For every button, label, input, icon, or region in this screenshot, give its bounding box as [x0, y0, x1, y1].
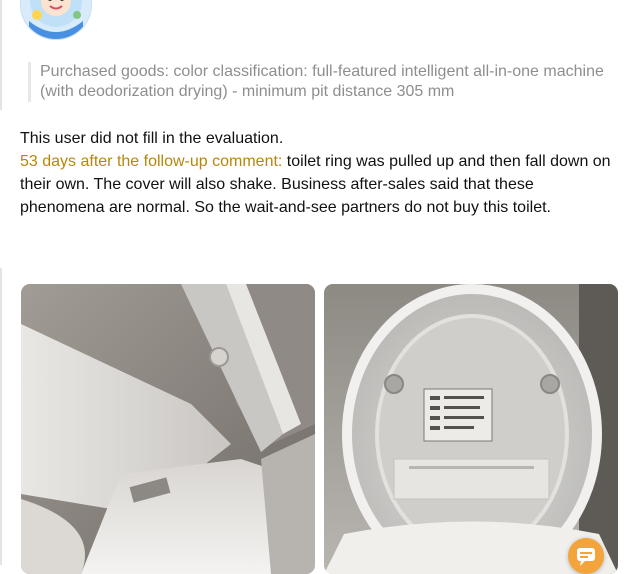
followup-label: 53 days after the follow-up comment:	[20, 153, 283, 170]
initial-review-text: This user did not fill in the evaluation…	[20, 130, 284, 147]
purchased-goods-text: Purchased goods: color classification: f…	[40, 63, 604, 100]
review-photo-1[interactable]	[21, 284, 315, 574]
followup-comment: 53 days after the follow-up comment: toi…	[20, 150, 620, 219]
floating-chat-button[interactable]	[568, 538, 604, 574]
review-body: This user did not fill in the evaluation…	[20, 127, 620, 219]
review-photo-2[interactable]	[324, 284, 618, 574]
avatar-image	[21, 0, 91, 39]
toilet-seat-side-photo	[21, 284, 315, 574]
chat-bubble-icon	[577, 548, 595, 566]
left-divider	[0, 0, 2, 110]
purchased-goods-info: Purchased goods: color classification: f…	[28, 62, 630, 102]
left-divider-lower	[0, 268, 2, 565]
toilet-lid-underside-photo	[324, 284, 618, 574]
user-avatar[interactable]	[20, 0, 92, 40]
